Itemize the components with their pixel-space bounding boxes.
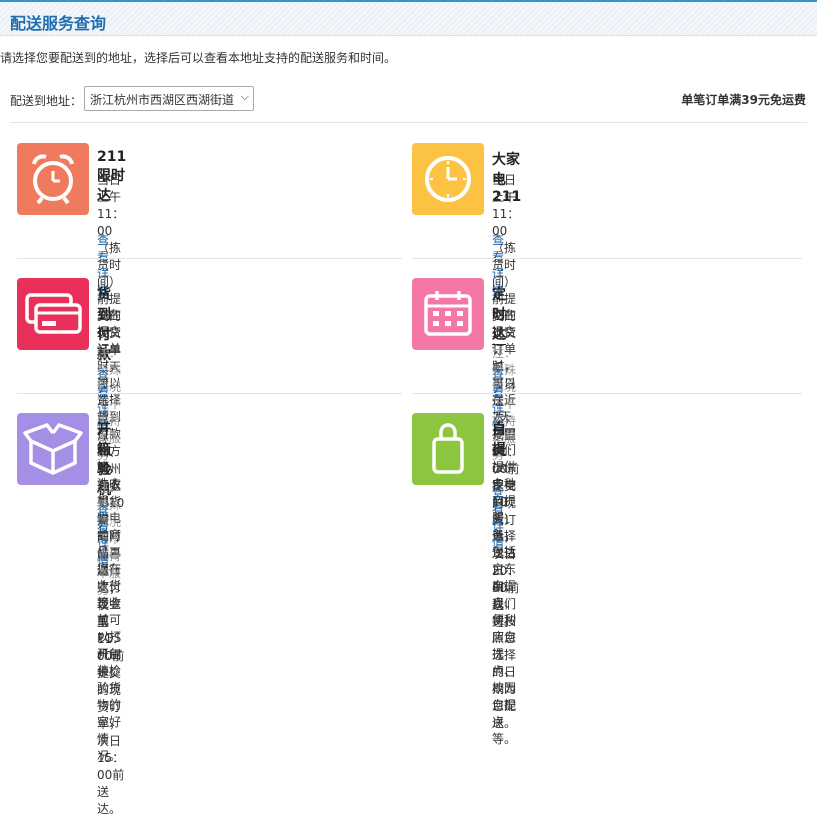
- divider: [412, 393, 802, 394]
- divider: [17, 393, 402, 394]
- view-details-link[interactable]: 查看详情: [492, 483, 504, 551]
- view-details-link[interactable]: 查看详情: [97, 501, 109, 569]
- calendar-icon: [412, 278, 484, 350]
- divider: [17, 258, 402, 259]
- address-select-value: 浙江杭州市西湖区西湖街道: [90, 93, 235, 107]
- address-select[interactable]: 浙江杭州市西湖区西湖街道 ⌵: [84, 86, 254, 111]
- divider: [412, 258, 802, 259]
- chevron-down-icon: ⌵: [240, 90, 249, 103]
- alarm-clock-icon: [17, 143, 89, 215]
- free-shipping-notice: 单笔订单满39元免运费: [681, 93, 806, 107]
- address-label: 配送到地址：: [10, 94, 83, 108]
- divider: [10, 122, 807, 123]
- page-title: 配送服务查询: [10, 14, 107, 33]
- shopping-bag-icon: [412, 413, 484, 485]
- clock-icon: [412, 143, 484, 215]
- open-box-icon: [17, 413, 89, 485]
- intro-text: 请选择您要配送到的地址，选择后可以查看本地址支持的配送服务和时间。: [0, 51, 397, 65]
- card-payment-icon: [17, 278, 89, 350]
- page-header: 配送服务查询: [0, 0, 817, 36]
